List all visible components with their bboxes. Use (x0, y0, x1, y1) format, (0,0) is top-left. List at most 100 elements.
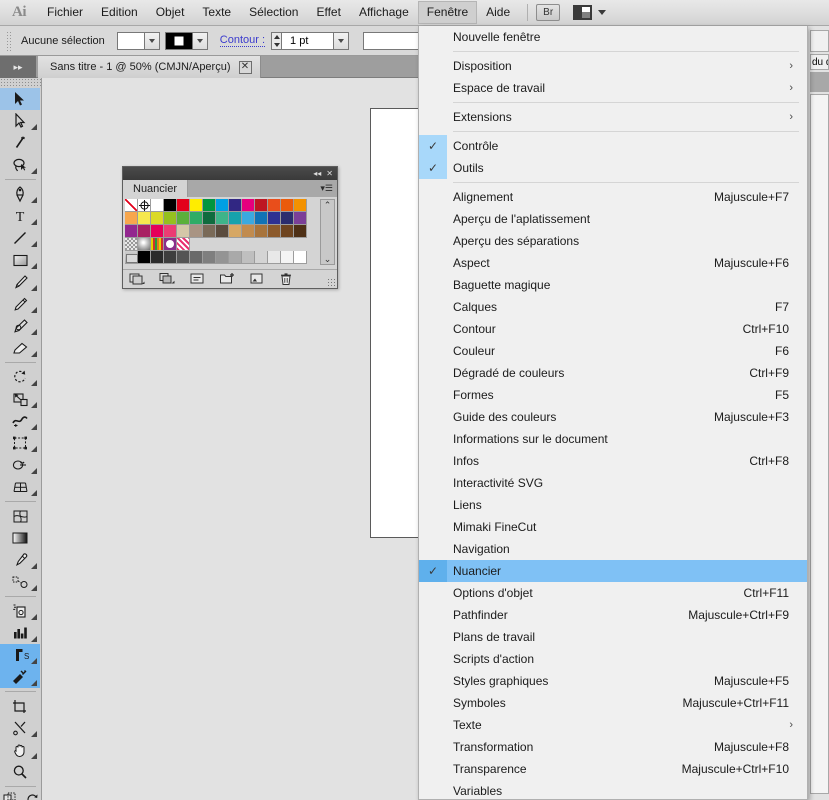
swatch-color[interactable] (294, 212, 307, 225)
swatch-pattern-checker[interactable] (125, 238, 138, 251)
stroke-swatch[interactable] (164, 31, 193, 50)
stroke-control[interactable] (164, 31, 208, 50)
swatch-color[interactable] (255, 251, 268, 264)
menu-item-infos[interactable]: Infos Ctrl+F8 (419, 450, 807, 472)
menu-item-alignement[interactable]: Alignement Majuscule+F7 (419, 186, 807, 208)
artboard-tool[interactable]: S (0, 644, 40, 666)
menubar-item-objet[interactable]: Objet (147, 1, 194, 24)
close-icon[interactable]: ✕ (326, 169, 333, 178)
scroll-down-icon[interactable]: ⌄ (324, 254, 332, 264)
menu-item-scripts-d-action[interactable]: Scripts d'action (419, 648, 807, 670)
menu-item-contour[interactable]: Contour Ctrl+F10 (419, 318, 807, 340)
panel-menu-icon[interactable]: ▾☰ (320, 180, 337, 197)
swatch-color[interactable] (151, 251, 164, 264)
drawing-modes-icon[interactable] (3, 792, 17, 800)
swatch-color[interactable] (164, 225, 177, 238)
swatches-panel[interactable]: ◂◂ ✕ Nuancier ▾☰ ⌃ ⌄ (122, 166, 338, 289)
menu-item-aper-u-de-l-aplatissement[interactable]: Aperçu de l'aplatissement (419, 208, 807, 230)
swatch-color[interactable] (177, 212, 190, 225)
menu-item-plans-de-travail[interactable]: Plans de travail (419, 626, 807, 648)
stroke-dropdown-button[interactable] (192, 31, 208, 50)
menu-item-symboles[interactable]: Symboles Majuscule+Ctrl+F11 (419, 692, 807, 714)
line-segment-tool[interactable] (0, 227, 40, 249)
document-tab[interactable]: Sans titre - 1 @ 50% (CMJN/Aperçu) ✕ (38, 56, 261, 78)
swatch-color[interactable] (190, 225, 203, 238)
rotate-tool[interactable] (0, 366, 40, 388)
swatch-color[interactable] (281, 212, 294, 225)
menu-item-aspect[interactable]: Aspect Majuscule+F6 (419, 252, 807, 274)
swatch-color[interactable] (281, 225, 294, 238)
menubar-item-affichage[interactable]: Affichage (350, 1, 418, 24)
swatch-color[interactable] (190, 212, 203, 225)
menu-item-baguette-magique[interactable]: Baguette magique (419, 274, 807, 296)
swatch-color[interactable] (164, 199, 177, 212)
hand-tool[interactable] (0, 739, 40, 761)
menubar-item-edition[interactable]: Edition (92, 1, 147, 24)
swatch-color[interactable] (164, 251, 177, 264)
stepper-down-icon[interactable] (273, 42, 280, 47)
fill-control[interactable] (116, 31, 160, 50)
stroke-link[interactable]: Contour : (219, 34, 266, 47)
control-panel-grip[interactable] (6, 30, 11, 51)
swatches-panel-titlebar[interactable]: ◂◂ ✕ (123, 167, 337, 180)
swatches-grid-area[interactable]: ⌃ ⌄ (123, 197, 337, 269)
gradient-tool[interactable] (0, 527, 40, 549)
new-swatch-icon[interactable] (249, 272, 265, 286)
arrange-documents-button[interactable] (573, 5, 607, 20)
swatch-color[interactable] (138, 251, 151, 264)
menu-item-disposition[interactable]: Disposition › (419, 55, 807, 77)
menu-item-transformation[interactable]: Transformation Majuscule+F8 (419, 736, 807, 758)
magic-wand-tool[interactable] (0, 132, 40, 154)
collapse-panels-button[interactable]: ▸▸ (0, 56, 36, 78)
menu-item-couleur[interactable]: Couleur F6 (419, 340, 807, 362)
menu-item-outils[interactable]: ✓ Outils (419, 157, 807, 179)
direct-selection-tool[interactable] (0, 110, 40, 132)
swatch-color[interactable] (294, 199, 307, 212)
free-transform-tool[interactable] (0, 432, 40, 454)
menu-item-texte[interactable]: Texte › (419, 714, 807, 736)
menu-item-contr-le[interactable]: ✓ Contrôle (419, 135, 807, 157)
swatch-color[interactable] (229, 251, 242, 264)
swatch-color[interactable] (255, 225, 268, 238)
swatch-color[interactable] (242, 199, 255, 212)
stroke-weight-stepper[interactable] (271, 31, 283, 50)
swatch-color[interactable] (190, 251, 203, 264)
fill-swatch[interactable] (116, 31, 145, 50)
symbol-sprayer-tool[interactable] (0, 600, 40, 622)
swatch-color[interactable] (138, 225, 151, 238)
swatch-color[interactable] (177, 199, 190, 212)
menu-item-styles-graphiques[interactable]: Styles graphiques Majuscule+F5 (419, 670, 807, 692)
menu-item-options-d-objet[interactable]: Options d'objet Ctrl+F11 (419, 582, 807, 604)
swatch-color[interactable] (216, 251, 229, 264)
stroke-weight-dropdown-button[interactable] (334, 31, 350, 50)
type-tool[interactable]: T (0, 205, 40, 227)
swatches-scrollbar[interactable]: ⌃ ⌄ (320, 199, 335, 265)
stroke-weight-input[interactable]: 1 pt (282, 31, 335, 50)
scale-tool[interactable] (0, 388, 40, 410)
menu-item-calques[interactable]: Calques F7 (419, 296, 807, 318)
swatch-color[interactable] (229, 225, 242, 238)
menu-item-transparence[interactable]: Transparence Majuscule+Ctrl+F10 (419, 758, 807, 780)
swatch-color[interactable] (281, 199, 294, 212)
menubar-item-effet[interactable]: Effet (307, 1, 349, 24)
menubar-item-fichier[interactable]: Fichier (38, 1, 92, 24)
menu-item-d-grad-de-couleurs[interactable]: Dégradé de couleurs Ctrl+F9 (419, 362, 807, 384)
swatch-pattern-stripes[interactable] (151, 238, 164, 251)
bridge-button[interactable]: Br (536, 4, 561, 21)
menu-item-mimaki-finecut[interactable]: Mimaki FineCut (419, 516, 807, 538)
slice-tool[interactable] (0, 666, 40, 688)
swatch-color[interactable] (151, 225, 164, 238)
swatch-color[interactable] (216, 212, 229, 225)
panel-resize-grip[interactable] (327, 278, 335, 286)
window-menu-dropdown[interactable]: Nouvelle fenêtre Disposition › Espace de tr… (418, 26, 808, 800)
swatch-color[interactable] (190, 199, 203, 212)
menubar-item-texte[interactable]: Texte (193, 1, 240, 24)
menubar-item-fen-tre[interactable]: Fenêtre (417, 1, 478, 24)
menu-item-liens[interactable]: Liens (419, 494, 807, 516)
menu-item-extensions[interactable]: Extensions › (419, 106, 807, 128)
menu-item-interactivit-svg[interactable]: Interactivité SVG (419, 472, 807, 494)
stepper-up-icon[interactable] (273, 34, 280, 39)
swatch-color[interactable] (177, 225, 190, 238)
swatch-registration[interactable] (138, 199, 151, 212)
crop-tool[interactable] (0, 695, 40, 717)
